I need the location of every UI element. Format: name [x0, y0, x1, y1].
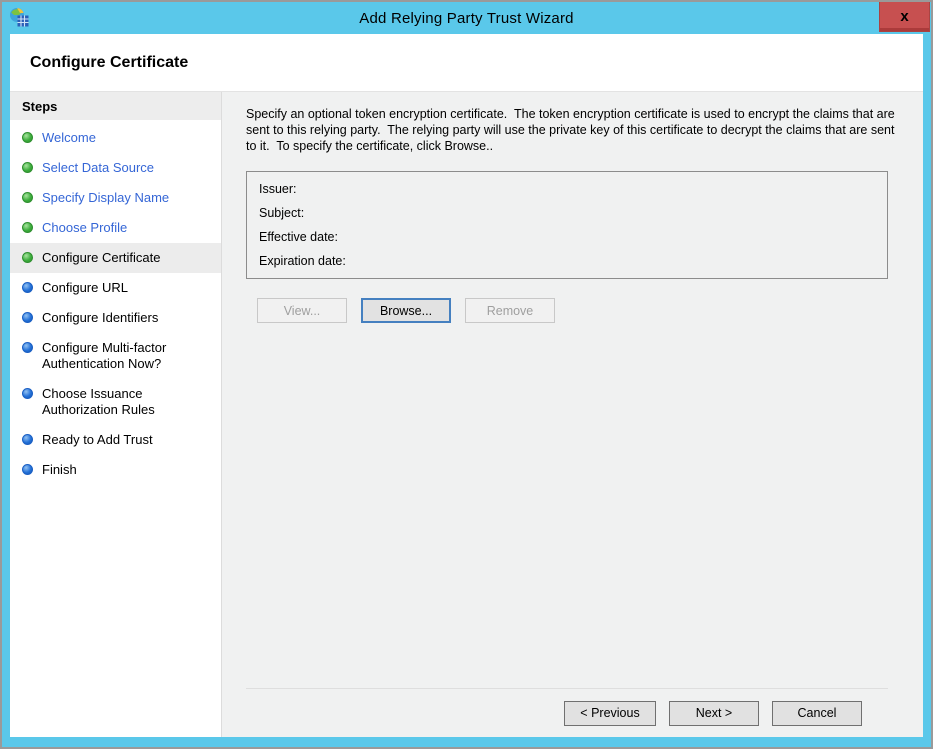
cancel-button[interactable]: Cancel	[772, 701, 862, 726]
steps-list: Welcome Select Data Source Specify Displ…	[10, 123, 221, 485]
cert-effective-date-row: Effective date:	[259, 225, 875, 249]
close-icon: x	[900, 8, 908, 25]
adfs-wizard-icon	[9, 7, 30, 28]
step-label: Choose Issuance Authorization Rules	[42, 386, 213, 418]
main-pane: Specify an optional token encryption cer…	[222, 92, 923, 737]
window-title: Add Relying Party Trust Wizard	[2, 10, 931, 27]
sidebar-step-done[interactable]: Choose Profile	[10, 213, 221, 243]
dialog-body: Configure Certificate Steps Welcome Sele…	[10, 34, 923, 737]
step-status-icon	[22, 132, 33, 143]
cert-issuer-label: Issuer:	[259, 182, 297, 196]
content-row: Steps Welcome Select Data Source Specify…	[10, 91, 923, 737]
step-label: Ready to Add Trust	[42, 432, 153, 448]
sidebar-step-pending: Ready to Add Trust	[10, 425, 221, 455]
titlebar[interactable]: Add Relying Party Trust Wizard x	[2, 2, 931, 34]
cert-subject-label: Subject:	[259, 206, 304, 220]
certificate-info-box: Issuer: Subject: Effective date: Expirat…	[246, 171, 888, 279]
page-title: Configure Certificate	[30, 54, 188, 72]
sidebar-step-pending: Configure URL	[10, 273, 221, 303]
sidebar-step-pending: Configure Multi-factor Authentication No…	[10, 333, 221, 379]
step-label: Finish	[42, 462, 77, 478]
step-status-icon	[22, 464, 33, 475]
step-status-icon	[22, 312, 33, 323]
step-label: Select Data Source	[42, 160, 154, 176]
step-status-icon	[22, 434, 33, 445]
step-status-icon	[22, 388, 33, 399]
steps-sidebar: Steps Welcome Select Data Source Specify…	[10, 92, 222, 737]
cert-effective-date-label: Effective date:	[259, 230, 338, 244]
step-label: Welcome	[42, 130, 96, 146]
step-status-icon	[22, 282, 33, 293]
step-label: Configure Multi-factor Authentication No…	[42, 340, 213, 372]
step-status-icon	[22, 192, 33, 203]
sidebar-step-pending: Choose Issuance Authorization Rules	[10, 379, 221, 425]
steps-heading: Steps	[10, 92, 221, 120]
sidebar-step-done[interactable]: Welcome	[10, 123, 221, 153]
next-button[interactable]: Next >	[669, 701, 759, 726]
sidebar-step-done[interactable]: Specify Display Name	[10, 183, 221, 213]
certificate-actions: View... Browse... Remove	[257, 298, 888, 323]
wizard-footer: < Previous Next > Cancel	[246, 688, 888, 737]
close-button[interactable]: x	[879, 2, 930, 32]
browse-button[interactable]: Browse...	[361, 298, 451, 323]
step-status-icon	[22, 342, 33, 353]
step-status-icon	[22, 222, 33, 233]
wizard-window: Add Relying Party Trust Wizard x Configu…	[0, 0, 933, 749]
previous-button[interactable]: < Previous	[564, 701, 656, 726]
step-label: Configure Identifiers	[42, 310, 158, 326]
page-description: Specify an optional token encryption cer…	[246, 106, 896, 154]
sidebar-step-pending: Configure Identifiers	[10, 303, 221, 333]
cert-issuer-row: Issuer:	[259, 177, 875, 201]
sidebar-step-done[interactable]: Select Data Source	[10, 153, 221, 183]
flex-spacer	[246, 323, 888, 688]
page-header: Configure Certificate	[10, 34, 923, 91]
step-label: Configure URL	[42, 280, 128, 296]
remove-button: Remove	[465, 298, 555, 323]
cert-expiration-date-label: Expiration date:	[259, 254, 346, 268]
cert-expiration-date-row: Expiration date:	[259, 249, 875, 273]
step-label: Configure Certificate	[42, 250, 161, 266]
cert-subject-row: Subject:	[259, 201, 875, 225]
sidebar-step-pending: Finish	[10, 455, 221, 485]
step-label: Choose Profile	[42, 220, 127, 236]
step-status-icon	[22, 252, 33, 263]
step-status-icon	[22, 162, 33, 173]
view-button: View...	[257, 298, 347, 323]
sidebar-step-current[interactable]: Configure Certificate	[10, 243, 221, 273]
step-label: Specify Display Name	[42, 190, 169, 206]
